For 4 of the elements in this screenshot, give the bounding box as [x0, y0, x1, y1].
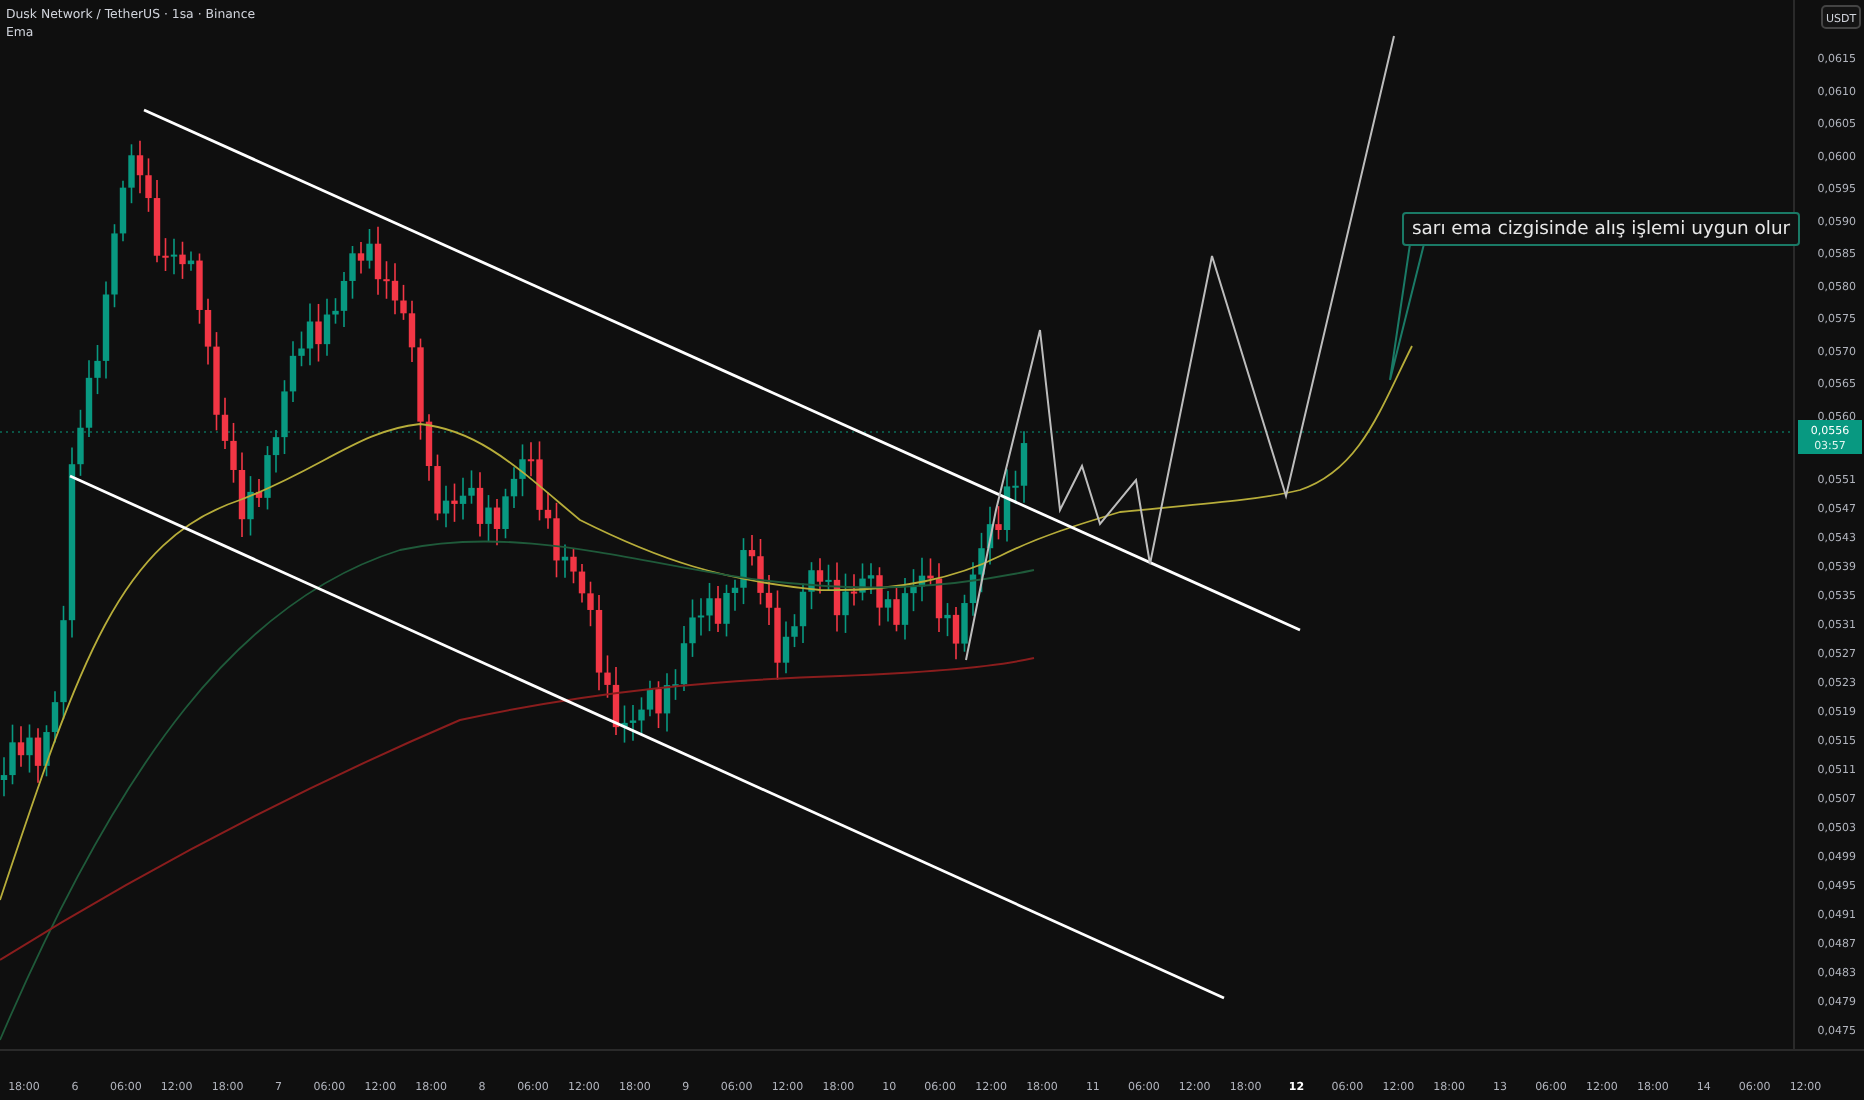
callout-text: sarı ema cizgisinde alış işlemi uygun olur: [1402, 212, 1801, 246]
price-badge: [1798, 420, 1862, 454]
leader-line: [1389, 243, 1425, 381]
currency-button[interactable]: [1821, 5, 1861, 29]
